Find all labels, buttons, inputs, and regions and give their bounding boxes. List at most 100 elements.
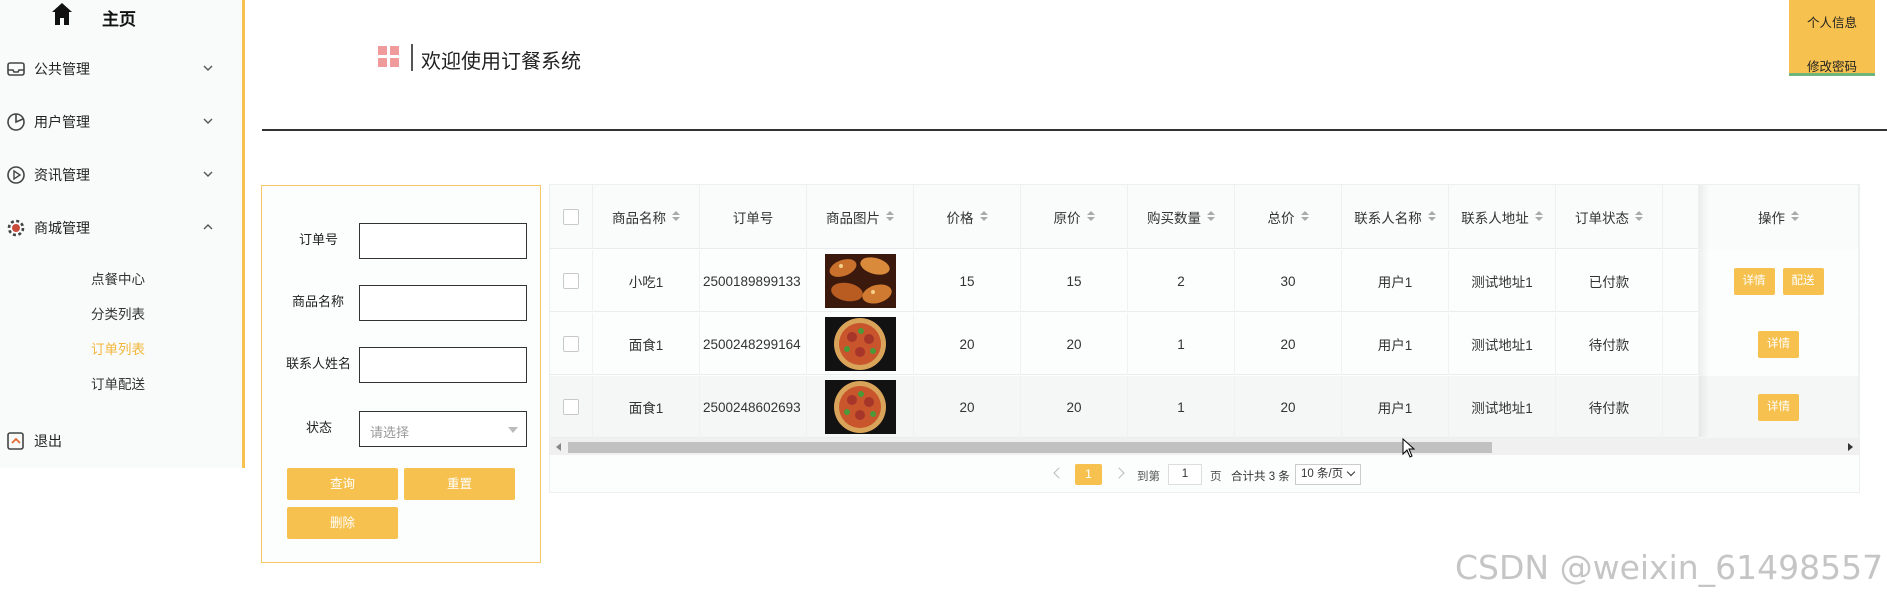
chevron-up-icon (203, 224, 213, 230)
chevron-down-icon (203, 65, 213, 71)
product-name-label: 商品名称 (292, 294, 345, 309)
menu-logout[interactable]: 退出 (0, 422, 242, 458)
total-cell: 20 (1235, 376, 1342, 438)
select-all-cell (550, 185, 593, 249)
delete-button[interactable]: 删除 (287, 507, 398, 539)
status-select[interactable]: 请选择 (359, 411, 527, 447)
column-header[interactable]: 商品图片 (807, 185, 914, 249)
order-status-cell: 待付款 (1556, 313, 1663, 375)
goto-label: 到第 (1137, 471, 1160, 483)
product-name-cell: 面食1 (593, 313, 700, 375)
column-header[interactable]: 价格 (914, 185, 1021, 249)
noodle-bowl-image (824, 380, 896, 434)
change-password-link[interactable]: 修改密码 (1789, 56, 1875, 75)
product-name-input[interactable] (359, 285, 527, 321)
home-label: 主页 (102, 10, 136, 29)
price-cell: 15 (914, 250, 1021, 312)
detail-button[interactable]: 详情 (1758, 330, 1799, 358)
page-size-value: 10 条/页 (1301, 468, 1344, 480)
select-all-checkbox[interactable] (563, 209, 579, 225)
column-header[interactable]: 购买数量 (1128, 185, 1235, 249)
row-checkbox[interactable] (563, 399, 579, 415)
order-no-input[interactable] (359, 223, 527, 259)
total-cell: 20 (1235, 313, 1342, 375)
chevron-down-icon (203, 118, 213, 124)
contact-address-cell: 测试地址1 (1449, 376, 1556, 438)
column-header[interactable]: 原价 (1021, 185, 1128, 249)
order-no-cell: 2500248299164 (700, 313, 807, 375)
row-checkbox[interactable] (563, 273, 579, 289)
status-label: 状态 (306, 420, 333, 435)
table-header: 商品名称 订单号 商品图片 价格 原价 购买数量 总价 联系人名称 联系人地址 … (550, 185, 1859, 249)
horizontal-scrollbar[interactable] (550, 438, 1859, 455)
column-header[interactable]: 总价 (1235, 185, 1342, 249)
sort-icon (1300, 211, 1309, 223)
sub-item-order-center[interactable]: 点餐中心 (91, 268, 145, 288)
clipped-cell (1663, 313, 1699, 375)
query-button[interactable]: 查询 (287, 468, 398, 500)
home-icon (52, 3, 72, 25)
column-header[interactable]: 订单状态 (1556, 185, 1663, 249)
sort-icon (886, 211, 894, 223)
row-checkbox[interactable] (563, 336, 579, 352)
price-cell: 20 (914, 313, 1021, 375)
table-row: 小吃1 2500189899133 15 15 2 30 用户1 测试地址1 已… (550, 250, 1859, 312)
sub-item-category-list[interactable]: 分类列表 (91, 303, 145, 323)
actions-cell: 详情 (1699, 376, 1859, 438)
column-header[interactable]: 联系人地址 (1449, 185, 1556, 249)
menu-label: 用户管理 (34, 114, 90, 130)
table-row: 面食1 2500248299164 20 20 1 20 用户1 测试地址1 待… (550, 313, 1859, 375)
actions-cell: 详情 (1699, 313, 1859, 375)
scrollbar-thumb[interactable] (568, 442, 1492, 453)
clipped-cell (1663, 376, 1699, 438)
home-link[interactable]: 主页 (0, 0, 242, 30)
scroll-left-icon[interactable] (556, 443, 561, 451)
menu-public-management[interactable]: 公共管理 (0, 50, 242, 86)
reset-button[interactable]: 重置 (404, 468, 515, 500)
contact-name-input[interactable] (359, 347, 527, 383)
play-circle-icon (7, 166, 25, 184)
sort-icon (1791, 211, 1799, 223)
page-title: 欢迎使用订餐系统 (421, 51, 581, 73)
contact-address-cell: 测试地址1 (1449, 250, 1556, 312)
menu-mall-management[interactable]: 商城管理 (0, 209, 242, 245)
row-select-cell (550, 376, 593, 438)
contact-name-cell: 用户1 (1342, 313, 1449, 375)
brand-divider (411, 44, 413, 71)
sub-item-order-delivery[interactable]: 订单配送 (91, 373, 145, 393)
page-size-select[interactable]: 10 条/页 (1295, 464, 1361, 485)
logout-label: 退出 (34, 433, 62, 449)
mouse-cursor-icon (1402, 438, 1416, 458)
profile-link[interactable]: 个人信息 (1789, 12, 1875, 31)
sort-icon (672, 211, 680, 223)
inbox-icon (7, 62, 25, 76)
menu-user-management[interactable]: 用户管理 (0, 103, 242, 139)
total-cell: 30 (1235, 250, 1342, 312)
product-image-cell (807, 313, 914, 375)
column-header[interactable]: 商品名称 (593, 185, 700, 249)
logout-icon (7, 432, 24, 450)
order-status-cell: 已付款 (1556, 250, 1663, 312)
deliver-button[interactable]: 配送 (1782, 267, 1824, 295)
quantity-cell: 2 (1128, 250, 1235, 312)
detail-button[interactable]: 详情 (1758, 393, 1799, 421)
total-count: 合计共 3 条 (1231, 471, 1290, 483)
grid-icon (378, 46, 399, 67)
menu-news-management[interactable]: 资讯管理 (0, 156, 242, 192)
chicken-wings-image (824, 254, 896, 308)
action-column-header[interactable]: 操作 (1699, 185, 1859, 249)
header-divider (262, 129, 1887, 131)
scroll-right-icon[interactable] (1848, 443, 1853, 451)
order-no-cell: 2500189899133 (700, 250, 807, 312)
noodle-bowl-image (824, 317, 896, 371)
original-price-cell: 20 (1021, 376, 1128, 438)
column-header[interactable]: 联系人名称 (1342, 185, 1449, 249)
chevron-down-icon (1346, 467, 1356, 477)
page-number-current[interactable]: 1 (1075, 464, 1102, 485)
goto-page-input[interactable]: 1 (1168, 464, 1202, 485)
quantity-cell: 1 (1128, 376, 1235, 438)
detail-button[interactable]: 详情 (1733, 267, 1775, 295)
fixed-column-shadow (1699, 185, 1709, 437)
sub-item-order-list[interactable]: 订单列表 (91, 338, 145, 358)
clipped-cell (1663, 250, 1699, 312)
